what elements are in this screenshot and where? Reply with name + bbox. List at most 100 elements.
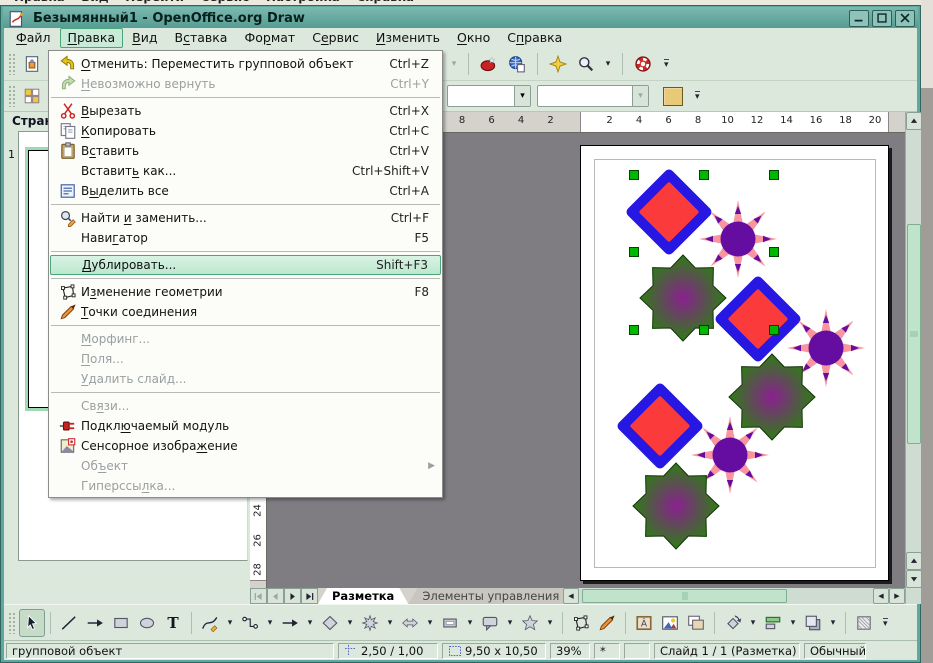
- view-name[interactable]: Обычный: [804, 643, 866, 659]
- selection-handle[interactable]: [630, 171, 639, 180]
- hscroll-track[interactable]: [579, 588, 873, 604]
- titlebar[interactable]: Безымянный1 - OpenOffice.org Draw: [3, 7, 918, 29]
- arrange-button[interactable]: [800, 609, 826, 637]
- page-drawing[interactable]: [581, 146, 890, 582]
- effects-button[interactable]: [851, 609, 877, 637]
- menu-item-object[interactable]: Объект▶: [50, 456, 441, 476]
- toolbar-more-icon[interactable]: ▾: [695, 91, 700, 101]
- toolbar-more-icon[interactable]: ▾: [664, 59, 669, 69]
- dropdown-arrow-icon[interactable]: ▾: [225, 618, 235, 628]
- dropdown-arrow-icon[interactable]: ▾: [305, 618, 315, 628]
- menu-item-redo[interactable]: Невозможно вернутьCtrl+Y: [50, 74, 441, 94]
- select-button[interactable]: [19, 609, 45, 637]
- selection-handle[interactable]: [770, 326, 779, 335]
- line-button[interactable]: [56, 609, 82, 637]
- navigator-button[interactable]: [545, 51, 571, 77]
- menu-item-undo[interactable]: Отменить: Переместить групповой объектCt…: [50, 54, 441, 74]
- close-button[interactable]: [895, 10, 915, 27]
- basic-shapes-button[interactable]: [317, 609, 343, 637]
- shape-diamond-2[interactable]: [713, 274, 802, 363]
- curve-button[interactable]: [197, 609, 223, 637]
- menu-item-imagemap[interactable]: Сенсорное изображение: [50, 436, 441, 456]
- menu-item-select-all[interactable]: Выделить всеCtrl+A: [50, 181, 441, 201]
- shape-pink-star-1[interactable]: [699, 200, 777, 278]
- horizontal-scrollbar[interactable]: ◀◀▶: [563, 588, 905, 604]
- menubar-item-modify[interactable]: Изменить: [368, 28, 448, 48]
- menu-item-morph[interactable]: Морфинг...: [50, 329, 441, 349]
- flowchart-button[interactable]: [437, 609, 463, 637]
- scroll-up-button[interactable]: [906, 112, 922, 130]
- menu-item-hyperlink[interactable]: Гиперссылка...: [50, 476, 441, 496]
- glue-points-button[interactable]: [594, 609, 620, 637]
- menubar-item-edit[interactable]: Правка: [60, 28, 124, 48]
- scroll-down-button[interactable]: [906, 570, 922, 588]
- dropdown-arrow-icon[interactable]: ▾: [265, 618, 275, 628]
- help-button[interactable]: [630, 51, 656, 77]
- callouts-button[interactable]: [477, 609, 503, 637]
- toolbar-grip[interactable]: [8, 85, 16, 107]
- block-arrows-button[interactable]: [397, 609, 423, 637]
- menu-item-plugin[interactable]: Подключаемый модуль: [50, 416, 441, 436]
- line-width-combo[interactable]: ▾: [537, 85, 649, 107]
- shape-diamond-3[interactable]: [615, 381, 704, 470]
- fill-color-swatch[interactable]: [663, 87, 683, 106]
- menu-item-navigator[interactable]: undefinedНавигаторF5: [50, 228, 441, 248]
- dropdown-arrow-icon[interactable]: ▾: [788, 618, 798, 628]
- menu-item-cut[interactable]: ВырезатьCtrl+X: [50, 101, 441, 121]
- stars-button[interactable]: [517, 609, 543, 637]
- toolbar-grip[interactable]: [8, 53, 16, 75]
- line-style-combo[interactable]: ▾: [447, 85, 531, 107]
- menubar-item-tools[interactable]: Сервис: [304, 28, 367, 48]
- scroll-left-button[interactable]: ◀: [563, 588, 579, 604]
- menu-item-glue-points[interactable]: Точки соединения: [50, 302, 441, 322]
- hscroll-thumb[interactable]: [582, 589, 787, 603]
- hyperlink-button[interactable]: [504, 51, 530, 77]
- menubar-item-file[interactable]: Файл: [8, 28, 59, 48]
- menu-item-edit-geometry[interactable]: Изменение геометрииF8: [50, 282, 441, 302]
- dropdown-arrow-icon[interactable]: ▾: [505, 618, 515, 628]
- rectangle-button[interactable]: [108, 609, 134, 637]
- menubar-item-help[interactable]: Справка: [499, 28, 570, 48]
- slide-info[interactable]: Слайд 1 / 1 (Разметка): [654, 643, 800, 659]
- cursor-position[interactable]: 2,50 / 1,00: [338, 643, 438, 659]
- dropdown-arrow-icon[interactable]: ▾: [748, 618, 758, 628]
- first-page-button[interactable]: [250, 588, 267, 604]
- alignment-button[interactable]: [760, 609, 786, 637]
- menubar-item-format[interactable]: Формат: [236, 28, 303, 48]
- dropdown-arrow-icon[interactable]: ▾: [345, 618, 355, 628]
- layer-tab-1[interactable]: Разметка: [318, 588, 408, 604]
- menubar-item-insert[interactable]: Вставка: [166, 28, 235, 48]
- line-arrow-end-button[interactable]: [82, 609, 108, 637]
- insert-picture-button[interactable]: [657, 609, 683, 637]
- menu-item-paste[interactable]: ВставитьCtrl+V: [50, 141, 441, 161]
- vscroll-thumb[interactable]: [907, 224, 921, 444]
- minimize-button[interactable]: [849, 10, 869, 27]
- menu-item-delete-slide[interactable]: Удалить слайд...: [50, 369, 441, 389]
- zoom-level[interactable]: 39%: [550, 643, 590, 659]
- maximize-button[interactable]: [872, 10, 892, 27]
- rotate-button[interactable]: [720, 609, 746, 637]
- dropdown-arrow-icon[interactable]: ▾: [545, 618, 555, 628]
- scroll-right-button[interactable]: ▶: [889, 588, 905, 604]
- menu-item-find-replace[interactable]: Найти и заменить...Ctrl+F: [50, 208, 441, 228]
- zoom-button[interactable]: [573, 51, 599, 77]
- gallery-button[interactable]: [683, 609, 709, 637]
- next-page-button[interactable]: [284, 588, 301, 604]
- shape-green-star-1[interactable]: [640, 255, 726, 341]
- vertical-scrollbar[interactable]: [905, 112, 921, 604]
- gallery-button[interactable]: [476, 51, 502, 77]
- shape-diamond-1[interactable]: [624, 167, 713, 256]
- fontwork-gallery-button[interactable]: Â: [631, 609, 657, 637]
- selection-handle[interactable]: [630, 248, 639, 257]
- menu-item-copy[interactable]: КопироватьCtrl+C: [50, 121, 441, 141]
- menu-item-links[interactable]: Связи...: [50, 396, 441, 416]
- lines-arrows-button[interactable]: [277, 609, 303, 637]
- new-document-button[interactable]: [19, 51, 45, 77]
- dropdown-arrow-icon[interactable]: ▾: [828, 618, 838, 628]
- menu-item-fields[interactable]: Поля...: [50, 349, 441, 369]
- dropdown-arrow-icon[interactable]: ▾: [385, 618, 395, 628]
- dropdown-arrow-icon[interactable]: ▾: [514, 86, 530, 106]
- selection-handle[interactable]: [770, 171, 779, 180]
- menu-item-paste-special[interactable]: Вставить как...Ctrl+Shift+V: [50, 161, 441, 181]
- dropdown-arrow-icon[interactable]: ▾: [465, 618, 475, 628]
